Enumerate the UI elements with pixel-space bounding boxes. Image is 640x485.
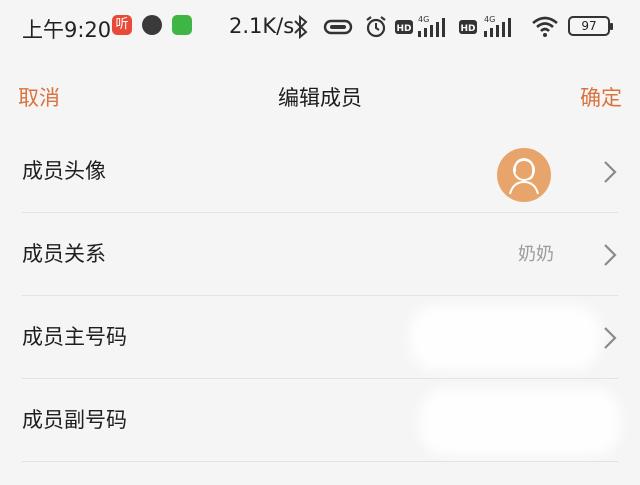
member-secondary-number-row[interactable]: 成员副号码 [0,379,640,462]
confirm-button[interactable]: 确定 [580,82,622,112]
member-primary-number-row[interactable]: 成员主号码 [0,296,640,379]
svg-text:4G: 4G [484,15,495,24]
row-label: 成员主号码 [22,325,127,349]
redacted-value [420,389,620,455]
alarm-icon [366,16,386,38]
row-label: 成员头像 [22,159,106,183]
redacted-value [410,306,600,370]
vibrate-icon [323,19,353,35]
nav-bar: 取消 编辑成员 确定 [0,70,640,122]
hd-icon: HD [395,20,413,34]
woman-avatar-icon [509,157,539,195]
svg-text:HD: HD [396,24,411,34]
avatar [497,148,551,202]
row-label: 成员关系 [22,242,106,266]
relation-value: 奶奶 [518,244,554,265]
chevron-right-icon [604,244,617,266]
battery-indicator: 97 [568,16,613,36]
green-app-icon [172,15,192,35]
bluetooth-icon [294,14,308,40]
4g-signal-icon: 4G [484,15,511,37]
status-time: 上午9:20 [22,18,112,42]
4g-signal-icon: 4G [418,15,445,37]
svg-text:HD: HD [460,24,475,34]
row-label: 成员副号码 [22,408,127,432]
listen-app-icon: 听 [112,15,132,35]
member-relation-row[interactable]: 成员关系 奶奶 [0,213,640,296]
member-avatar-row[interactable]: 成员头像 [0,130,640,213]
network-speed: 2.1K/s [229,14,295,38]
hd-icon: HD [459,20,477,34]
dark-app-icon [142,15,162,35]
wifi-icon [532,16,558,37]
divider [22,461,618,462]
chevron-right-icon [604,327,617,349]
status-bar: 上午9:20 听 2.1K/s HD 4G HD 4G 97 [0,0,640,56]
svg-text:4G: 4G [418,15,429,24]
page-title: 编辑成员 [278,86,362,110]
chevron-right-icon [604,161,617,183]
